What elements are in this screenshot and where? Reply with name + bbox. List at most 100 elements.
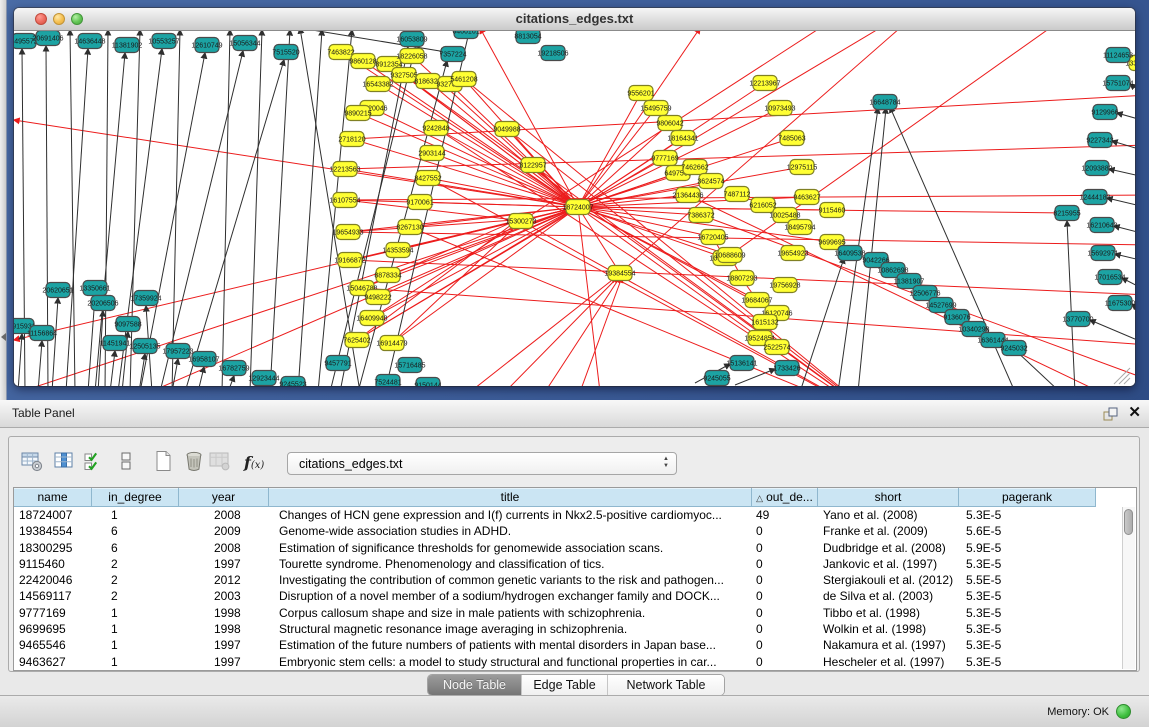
- graph-node[interactable]: 19384554: [604, 266, 635, 281]
- network-canvas[interactable]: 1872400774638229860128891235418226058932…: [14, 31, 1135, 386]
- graph-node[interactable]: 1733426: [773, 361, 800, 376]
- graph-node[interactable]: 17359924: [130, 291, 161, 306]
- cell[interactable]: 5.3E-5: [959, 621, 1096, 637]
- table-row[interactable]: 1830029562008Estimation of significance …: [14, 540, 1136, 556]
- table-row[interactable]: 977716911998Corpus callosum shape and si…: [14, 605, 1136, 621]
- cell[interactable]: 2012: [179, 572, 269, 588]
- cell[interactable]: 14569117: [14, 588, 92, 604]
- table-row[interactable]: 2242004622012Investigating the contribut…: [14, 572, 1136, 588]
- graph-node[interactable]: 16720405: [697, 230, 728, 245]
- graph-node[interactable]: 3624574: [697, 174, 724, 189]
- minimize-window-button[interactable]: [53, 13, 65, 25]
- graph-node[interactable]: 10973493: [764, 101, 795, 116]
- cell[interactable]: Stergiakouli et al. (2012): [818, 572, 959, 588]
- graph-node[interactable]: 19218506: [537, 46, 568, 61]
- cell[interactable]: 1: [92, 654, 179, 670]
- graph-node[interactable]: 12213563: [329, 162, 360, 177]
- cell[interactable]: Nakamura et al. (1997): [818, 637, 959, 653]
- vertical-scrollbar[interactable]: [1122, 507, 1135, 669]
- cell[interactable]: 0: [752, 540, 818, 556]
- graph-node[interactable]: 11451941: [100, 336, 131, 351]
- column-header-pagerank[interactable]: pagerank: [959, 488, 1096, 507]
- panel-collapse-strip[interactable]: [0, 0, 7, 400]
- graph-node[interactable]: 20206506: [87, 296, 118, 311]
- graph-node[interactable]: 11156864: [27, 326, 57, 341]
- function-builder-button[interactable]: f(x): [244, 451, 276, 473]
- graph-node[interactable]: 10553257: [148, 34, 179, 49]
- table-settings-button[interactable]: [19, 449, 45, 475]
- graph-node[interactable]: 19654933: [332, 225, 363, 240]
- graph-node[interactable]: 12923444: [248, 371, 279, 386]
- graph-node[interactable]: 15136141: [726, 356, 757, 371]
- tab-node-table[interactable]: Node Table: [428, 675, 521, 695]
- cell[interactable]: 2009: [179, 523, 269, 539]
- cell[interactable]: 49: [752, 507, 818, 523]
- show-columns-button[interactable]: [51, 449, 77, 475]
- cell[interactable]: 1: [92, 621, 179, 637]
- row-tools-button[interactable]: [113, 449, 139, 475]
- graph-node[interactable]: 16543382: [362, 77, 393, 92]
- cell[interactable]: 0: [752, 654, 818, 670]
- graph-node[interactable]: 19654923: [777, 246, 808, 261]
- memory-status-icon[interactable]: [1116, 704, 1131, 719]
- cell[interactable]: 18724007: [14, 507, 92, 523]
- cell[interactable]: Tibbo et al. (1998): [818, 605, 959, 621]
- cell[interactable]: Changes of HCN gene expression and I(f) …: [269, 507, 752, 523]
- table-row[interactable]: 1456911722003Disruption of a novel membe…: [14, 588, 1136, 604]
- graph-node[interactable]: 9806042: [656, 116, 683, 131]
- graph-node[interactable]: 7386372: [687, 208, 714, 223]
- cell[interactable]: 1: [92, 637, 179, 653]
- import-table-button[interactable]: [207, 449, 233, 475]
- table-row[interactable]: 1938455462009Genome-wide association stu…: [14, 523, 1136, 539]
- cell[interactable]: 0: [752, 572, 818, 588]
- cell[interactable]: 2008: [179, 507, 269, 523]
- graph-node[interactable]: 9245032: [1000, 341, 1027, 356]
- graph-node[interactable]: 12213967: [749, 76, 780, 91]
- graph-node[interactable]: 12093882: [1081, 161, 1112, 176]
- cell[interactable]: 5.3E-5: [959, 637, 1096, 653]
- graph-node[interactable]: 7625402: [343, 333, 370, 348]
- graph-node[interactable]: 14636448: [74, 34, 105, 49]
- graph-node[interactable]: 18226058: [396, 49, 427, 64]
- graph-node[interactable]: 16648784: [869, 95, 900, 110]
- graph-node[interactable]: 9129966: [1091, 105, 1118, 120]
- close-panel-button[interactable]: ✕: [1128, 403, 1141, 423]
- cell[interactable]: 22420046: [14, 572, 92, 588]
- graph-node[interactable]: 9097588: [114, 317, 141, 332]
- graph-node[interactable]: 18164341: [667, 131, 698, 146]
- graph-node[interactable]: 7357224: [439, 47, 466, 62]
- graph-node[interactable]: 9227343: [1086, 133, 1113, 148]
- graph-node[interactable]: 9463627: [793, 190, 820, 205]
- graph-node[interactable]: 7524481: [374, 375, 401, 387]
- cell[interactable]: 0: [752, 621, 818, 637]
- graph-node[interactable]: 15751074: [1102, 76, 1133, 91]
- cell[interactable]: de Silva et al. (2003): [818, 588, 959, 604]
- cell[interactable]: 19384554: [14, 523, 92, 539]
- cell[interactable]: 0: [752, 556, 818, 572]
- cell[interactable]: Disruption of a novel member of a sodium…: [269, 588, 752, 604]
- cell[interactable]: 9699695: [14, 621, 92, 637]
- graph-node[interactable]: 18724007: [562, 200, 593, 215]
- graph-node[interactable]: 7487112: [724, 187, 751, 202]
- cell[interactable]: Jankovic et al. (1997): [818, 556, 959, 572]
- cell[interactable]: Tourette syndrome. Phenomenology and cla…: [269, 556, 752, 572]
- cell[interactable]: Hescheler et al. (1997): [818, 654, 959, 670]
- cell[interactable]: 5.3E-5: [959, 605, 1096, 621]
- cell[interactable]: 5.3E-5: [959, 654, 1096, 670]
- graph-node[interactable]: 21364436: [672, 188, 703, 203]
- graph-node[interactable]: 9556201: [627, 86, 654, 101]
- cell[interactable]: 6: [92, 523, 179, 539]
- table-row[interactable]: 1872400712008Changes of HCN gene express…: [14, 507, 1136, 523]
- graph-node[interactable]: 20620651: [42, 283, 73, 298]
- cell[interactable]: 5.3E-5: [959, 588, 1096, 604]
- cell[interactable]: 1: [92, 507, 179, 523]
- cell[interactable]: 5.3E-5: [959, 507, 1096, 523]
- graph-node[interactable]: 9245055: [703, 371, 730, 386]
- graph-node[interactable]: 7485063: [778, 131, 805, 146]
- graph-node[interactable]: 15692971: [1087, 246, 1118, 261]
- cell[interactable]: 1998: [179, 605, 269, 621]
- cell[interactable]: 5.3E-5: [959, 556, 1096, 572]
- cell[interactable]: 2: [92, 588, 179, 604]
- select-columns-button[interactable]: [81, 449, 107, 475]
- table-row[interactable]: 911546021997Tourette syndrome. Phenomeno…: [14, 556, 1136, 572]
